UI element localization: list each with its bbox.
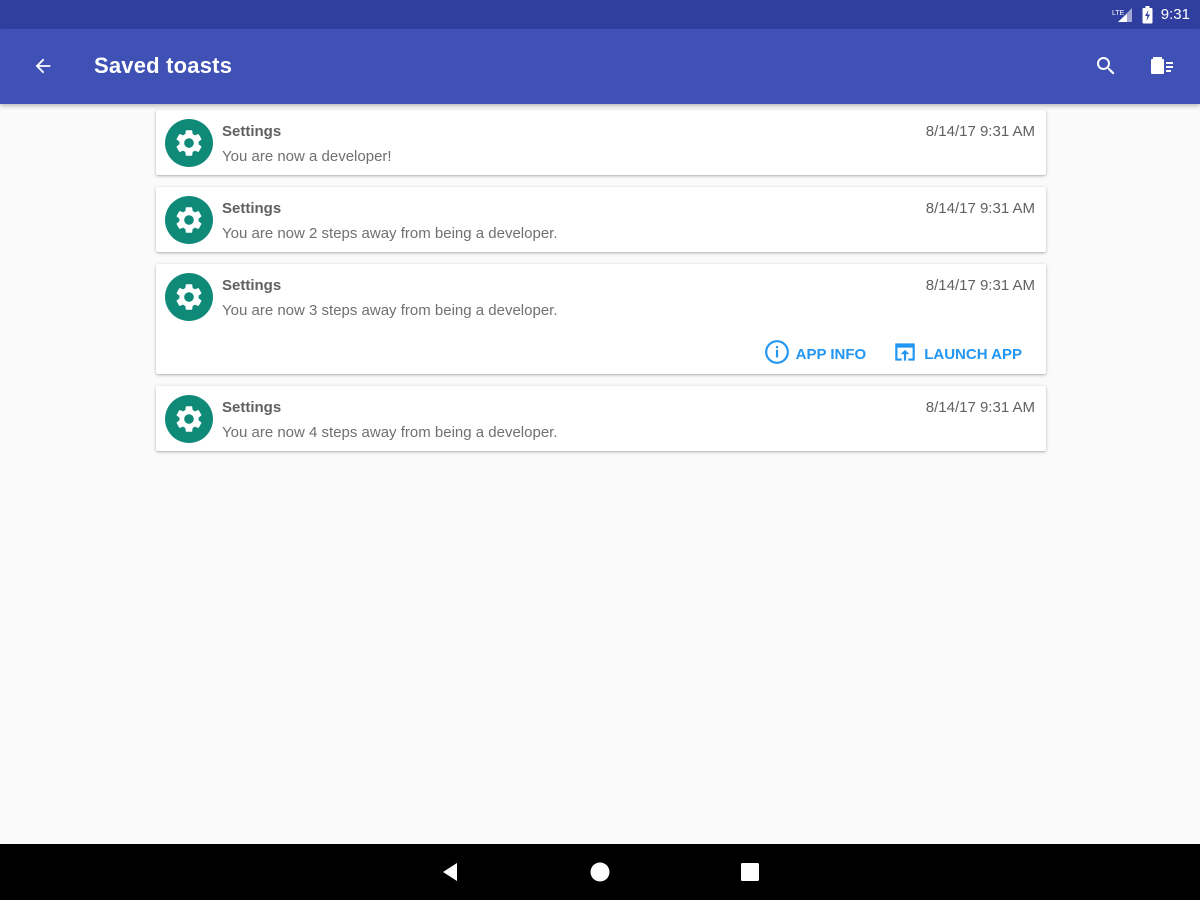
toast-card[interactable]: Settings 8/14/17 9:31 AM You are now 2 s… <box>156 187 1046 252</box>
clear-all-icon[interactable] <box>1143 47 1181 85</box>
battery-icon <box>1142 5 1153 24</box>
app-bar: Saved toasts <box>0 29 1200 104</box>
toast-message: You are now 4 steps away from being a de… <box>222 424 558 441</box>
recents-square-icon[interactable] <box>736 858 764 886</box>
app-info-button[interactable]: APP INFO <box>764 339 867 369</box>
signal-icon: LTE <box>1112 7 1134 23</box>
toast-timestamp: 8/14/17 9:31 AM <box>925 123 1035 140</box>
toast-app-name: Settings <box>222 200 282 217</box>
status-time: 9:31 <box>1160 6 1190 23</box>
settings-gear-icon <box>165 395 213 443</box>
toast-app-name: Settings <box>222 123 282 140</box>
toast-message: You are now a developer! <box>222 148 392 165</box>
search-icon[interactable] <box>1087 47 1125 85</box>
network-type-label: LTE <box>1112 10 1125 17</box>
toast-list: Settings 8/14/17 9:31 AM You are now a d… <box>156 110 1046 463</box>
back-triangle-icon[interactable] <box>437 858 465 886</box>
settings-gear-icon <box>165 119 213 167</box>
settings-gear-icon <box>165 273 213 321</box>
toast-timestamp: 8/14/17 9:31 AM <box>925 200 1035 217</box>
toast-app-name: Settings <box>222 277 282 294</box>
toast-card[interactable]: Settings 8/14/17 9:31 AM You are now a d… <box>156 110 1046 175</box>
toast-card[interactable]: Settings 8/14/17 9:31 AM You are now 4 s… <box>156 386 1046 451</box>
toast-card-expanded[interactable]: Settings 8/14/17 9:31 AM You are now 3 s… <box>156 264 1046 374</box>
status-bar: LTE 9:31 <box>0 0 1200 29</box>
back-arrow-icon[interactable] <box>24 47 62 85</box>
toast-actions: APP INFO LAUNCH APP <box>764 339 1022 369</box>
app-info-label: APP INFO <box>795 345 867 363</box>
toast-app-name: Settings <box>222 399 282 416</box>
launch-app-button[interactable]: LAUNCH APP <box>892 339 1022 369</box>
launch-app-label: LAUNCH APP <box>924 345 1022 363</box>
toast-message: You are now 2 steps away from being a de… <box>222 225 558 242</box>
home-circle-icon[interactable] <box>586 858 614 886</box>
launch-icon <box>892 339 918 369</box>
info-icon <box>764 339 790 369</box>
page-title: Saved toasts <box>94 53 233 78</box>
navigation-bar <box>0 844 1200 900</box>
toast-message: You are now 3 steps away from being a de… <box>222 302 558 319</box>
settings-gear-icon <box>165 196 213 244</box>
toast-timestamp: 8/14/17 9:31 AM <box>925 277 1035 294</box>
toast-timestamp: 8/14/17 9:31 AM <box>925 399 1035 416</box>
